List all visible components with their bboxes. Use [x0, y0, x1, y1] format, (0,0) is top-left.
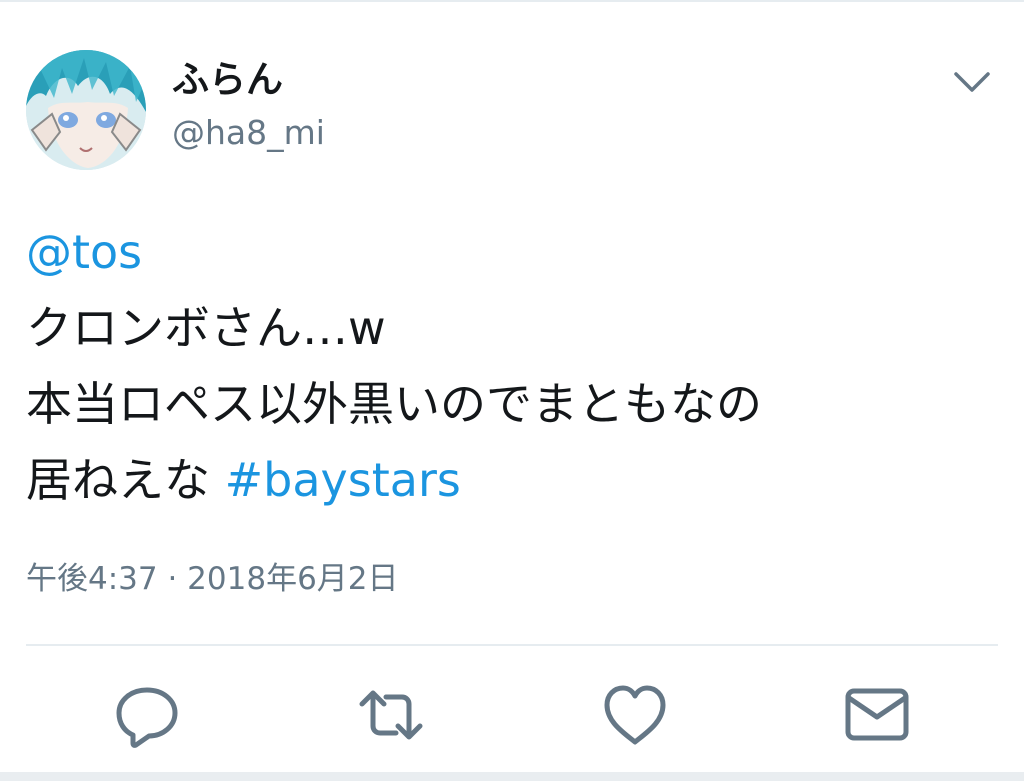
divider	[26, 644, 998, 646]
tweet-text-line: 本当ロペス以外黒いのでまともなの	[26, 366, 1006, 442]
avatar-image	[26, 50, 146, 170]
tweet-text-line: @tos	[26, 214, 1006, 290]
handle[interactable]: @ha8_mi	[172, 112, 325, 154]
retweet-button[interactable]	[358, 682, 424, 748]
reply-icon	[116, 687, 178, 748]
reply-button[interactable]	[114, 682, 180, 748]
tweet-text-line: クロンボさん…w	[26, 290, 1006, 366]
tweet-text-segment: 居ねえな	[26, 453, 225, 507]
tweet-text: @tos クロンボさん…w 本当ロペス以外黒いのでまともなの 居ねえな #baysta…	[26, 214, 1006, 518]
heart-icon	[604, 685, 666, 745]
retweet-icon	[359, 690, 423, 740]
avatar[interactable]	[26, 50, 146, 170]
tweet-text-segment: 本当ロペス以外黒いのでまともなの	[26, 377, 762, 431]
tweet-text-segment: クロンボさん…w	[26, 301, 386, 355]
top-border	[0, 0, 1024, 2]
hashtag-link[interactable]: #baystars	[225, 453, 461, 507]
like-button[interactable]	[602, 682, 668, 748]
mention-link[interactable]: @tos	[26, 225, 142, 279]
envelope-icon	[845, 688, 909, 741]
bottom-border	[0, 772, 1024, 781]
more-options-chevron-icon[interactable]	[950, 62, 994, 102]
message-button[interactable]	[844, 682, 910, 748]
tweet-text-line: 居ねえな #baystars	[26, 442, 1006, 518]
timestamp[interactable]: 午後4:37 · 2018年6月2日	[26, 554, 399, 604]
display-name[interactable]: ふらん	[172, 58, 283, 102]
